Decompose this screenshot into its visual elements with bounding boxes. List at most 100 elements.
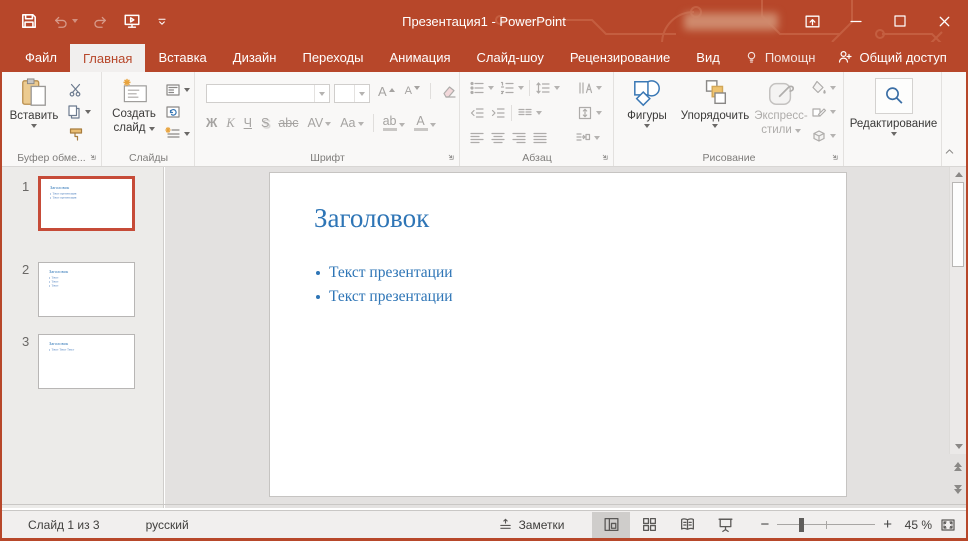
grow-font-button[interactable]: А bbox=[378, 84, 395, 99]
shrink-font-button[interactable]: А bbox=[405, 85, 420, 97]
scroll-up-icon[interactable] bbox=[950, 172, 967, 177]
tab-review[interactable]: Рецензирование bbox=[557, 42, 683, 72]
notes-toggle[interactable]: Заметки bbox=[498, 517, 565, 532]
font-name-combo[interactable] bbox=[206, 84, 330, 103]
zoom-slider[interactable] bbox=[777, 518, 875, 532]
copy-button[interactable] bbox=[66, 104, 91, 120]
clear-formatting-button[interactable] bbox=[441, 83, 457, 99]
font-color-button[interactable]: А bbox=[414, 115, 436, 132]
new-slide-button[interactable]: Создать слайд bbox=[105, 78, 163, 136]
columns-button[interactable] bbox=[517, 105, 542, 121]
slideshow-view-button[interactable] bbox=[706, 512, 744, 538]
strikethrough-button[interactable]: abc bbox=[278, 116, 298, 130]
ribbon-display-options-icon[interactable] bbox=[790, 0, 834, 42]
increase-indent-button[interactable] bbox=[490, 105, 506, 121]
sections-icon bbox=[165, 126, 181, 142]
highlight-color-button[interactable]: ab bbox=[383, 115, 405, 132]
language-indicator[interactable]: русский bbox=[146, 518, 189, 532]
line-spacing-button[interactable] bbox=[535, 80, 560, 96]
sections-button[interactable] bbox=[165, 126, 190, 142]
slide-thumbnail-3[interactable]: Заголовок Текст Текст Текст bbox=[38, 334, 135, 389]
tab-view[interactable]: Вид bbox=[683, 42, 733, 72]
slide-sorter-view-button[interactable] bbox=[630, 512, 668, 538]
zoom-in-icon[interactable]: + bbox=[883, 517, 892, 532]
start-slideshow-icon[interactable] bbox=[123, 12, 141, 30]
vertical-scrollbar[interactable] bbox=[949, 167, 966, 454]
font-dialog-launcher-icon[interactable] bbox=[446, 152, 456, 162]
redo-icon[interactable] bbox=[92, 13, 109, 30]
zoom-level[interactable]: 45 % bbox=[892, 518, 932, 532]
save-icon[interactable] bbox=[20, 12, 38, 30]
quick-styles-button[interactable]: Экспресс- стили bbox=[753, 78, 809, 138]
slide-body-text[interactable]: Текст презентации Текст презентации bbox=[316, 261, 453, 309]
tab-transitions[interactable]: Переходы bbox=[289, 42, 376, 72]
cut-button[interactable] bbox=[68, 82, 84, 98]
align-text-button[interactable] bbox=[577, 105, 602, 121]
bullets-button[interactable] bbox=[469, 80, 494, 96]
tab-file[interactable]: Файл bbox=[12, 42, 70, 72]
drawing-dialog-launcher-icon[interactable] bbox=[830, 152, 840, 162]
fit-slide-to-window-icon[interactable] bbox=[940, 517, 956, 533]
italic-button[interactable]: К bbox=[226, 116, 234, 131]
user-account-blurred[interactable] bbox=[684, 13, 778, 30]
collapse-ribbon-icon[interactable] bbox=[943, 145, 956, 158]
slide-position-indicator[interactable]: Слайд 1 из 3 bbox=[28, 518, 100, 532]
font-size-combo[interactable] bbox=[334, 84, 370, 103]
slide-thumbnail-2[interactable]: Заголовок Текст Текст Текст bbox=[38, 262, 135, 317]
text-shadow-button[interactable]: S bbox=[261, 116, 269, 130]
normal-view-button[interactable] bbox=[592, 512, 630, 538]
share-label: Общий доступ bbox=[859, 50, 946, 65]
editing-search-button[interactable] bbox=[875, 78, 913, 114]
paragraph-dialog-launcher-icon[interactable] bbox=[600, 152, 610, 162]
format-painter-button[interactable] bbox=[68, 126, 84, 142]
underline-button[interactable]: Ч bbox=[244, 116, 252, 130]
minimize-icon[interactable] bbox=[834, 0, 878, 42]
shape-effects-button[interactable] bbox=[811, 128, 836, 144]
character-spacing-button[interactable]: AV bbox=[307, 116, 331, 130]
align-right-button[interactable] bbox=[511, 130, 527, 146]
slide-title[interactable]: Заголовок bbox=[314, 203, 429, 234]
convert-smartart-button[interactable] bbox=[575, 130, 600, 146]
bold-button[interactable]: Ж bbox=[206, 116, 217, 130]
zoom-slider-thumb[interactable] bbox=[799, 518, 804, 532]
slide-layout-button[interactable] bbox=[165, 82, 190, 98]
numbering-button[interactable] bbox=[499, 80, 524, 96]
slide-thumbnail-1[interactable]: Заголовок Текст презентации Текст презен… bbox=[38, 176, 135, 231]
tab-insert[interactable]: Вставка bbox=[145, 42, 219, 72]
scroll-down-icon[interactable] bbox=[950, 444, 967, 449]
tab-home[interactable]: Главная bbox=[70, 44, 145, 72]
tab-design[interactable]: Дизайн bbox=[220, 42, 290, 72]
tell-me-assistant[interactable]: Помощн bbox=[733, 42, 827, 72]
shape-fill-button[interactable] bbox=[811, 80, 836, 96]
share-button[interactable]: Общий доступ bbox=[826, 42, 957, 72]
zoom-out-icon[interactable]: − bbox=[760, 517, 769, 532]
align-center-button[interactable] bbox=[490, 130, 506, 146]
undo-icon[interactable] bbox=[52, 13, 78, 30]
tab-slideshow[interactable]: Слайд-шоу bbox=[464, 42, 557, 72]
comments-button[interactable] bbox=[958, 42, 968, 72]
slide-canvas[interactable]: Заголовок Текст презентации Текст презен… bbox=[269, 172, 847, 497]
text-direction-button[interactable] bbox=[577, 80, 602, 96]
scrollbar-thumb[interactable] bbox=[952, 182, 964, 267]
tab-animations[interactable]: Анимация bbox=[376, 42, 463, 72]
justify-button[interactable] bbox=[532, 130, 548, 146]
close-icon[interactable] bbox=[922, 0, 966, 42]
group-slides: Создать слайд Слайды bbox=[103, 72, 195, 166]
reading-view-button[interactable] bbox=[668, 512, 706, 538]
previous-slide-button[interactable] bbox=[949, 462, 966, 471]
maximize-icon[interactable] bbox=[878, 0, 922, 42]
shape-outline-button[interactable] bbox=[811, 104, 836, 120]
paste-button[interactable]: Вставить bbox=[8, 78, 60, 128]
editing-label-block[interactable]: Редактирование bbox=[845, 118, 942, 136]
clipboard-dialog-launcher-icon[interactable] bbox=[88, 152, 98, 162]
notes-splitter[interactable] bbox=[2, 504, 966, 505]
thumbnail-number-2: 2 bbox=[22, 262, 29, 277]
shapes-button[interactable]: Фигуры bbox=[621, 78, 673, 128]
customize-qat-icon[interactable] bbox=[155, 14, 169, 28]
decrease-indent-button[interactable] bbox=[469, 105, 485, 121]
reset-slide-button[interactable] bbox=[165, 104, 181, 120]
arrange-button[interactable]: Упорядочить bbox=[675, 78, 755, 128]
next-slide-button[interactable] bbox=[949, 485, 966, 494]
change-case-button[interactable]: Aa bbox=[340, 116, 363, 130]
align-left-button[interactable] bbox=[469, 130, 485, 146]
